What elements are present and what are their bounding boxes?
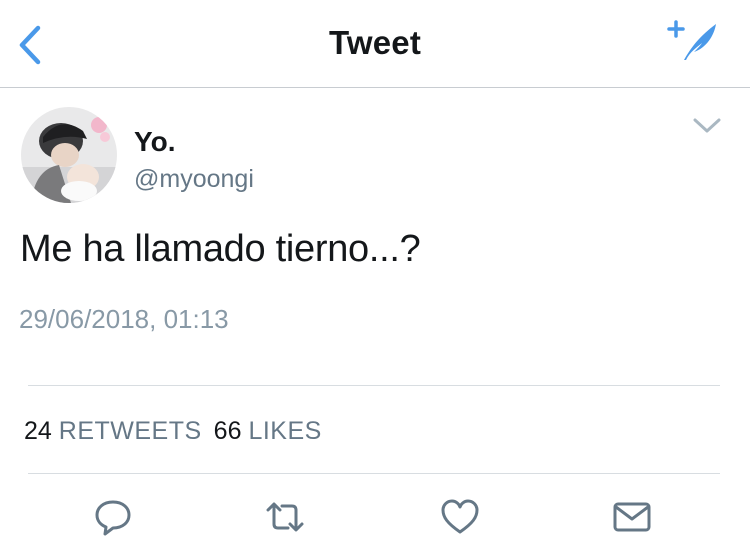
nav-header: Tweet — [0, 0, 750, 88]
retweet-stat[interactable]: 24 RETWEETS — [24, 417, 202, 445]
avatar-photo — [21, 107, 117, 203]
divider — [28, 473, 720, 474]
tweet-stats: 24 RETWEETS 66 LIKES — [24, 417, 322, 446]
tweet-detail-screen: Tweet Yo. @myoongi Me ha llamado tierno.… — [0, 0, 750, 560]
retweet-label: RETWEETS — [58, 417, 202, 445]
page-title: Tweet — [328, 24, 422, 61]
retweet-icon — [266, 502, 304, 532]
author-avatar[interactable] — [21, 107, 117, 203]
retweet-button[interactable] — [264, 496, 306, 538]
heart-icon — [441, 499, 479, 534]
retweet-count: 24 — [24, 417, 52, 445]
reply-icon — [95, 500, 131, 536]
like-count: 66 — [213, 417, 242, 445]
compose-feather-icon — [667, 20, 716, 60]
tweet-options-button[interactable] — [691, 114, 723, 138]
author-handle[interactable]: @myoongi — [134, 165, 254, 194]
like-label: LIKES — [248, 417, 322, 445]
compose-tweet-button[interactable] — [664, 18, 722, 66]
direct-message-button[interactable] — [611, 496, 653, 538]
envelope-icon — [613, 502, 651, 532]
author-name[interactable]: Yo. — [134, 126, 175, 158]
like-stat[interactable]: 66 LIKES — [214, 417, 322, 445]
tweet-timestamp: 29/06/2018, 01:13 — [19, 304, 229, 334]
chevron-down-icon — [693, 118, 721, 133]
like-button[interactable] — [439, 496, 481, 538]
tweet-text: Me ha llamado tierno...? — [20, 228, 421, 270]
divider — [28, 385, 720, 386]
reply-button[interactable] — [92, 496, 134, 538]
